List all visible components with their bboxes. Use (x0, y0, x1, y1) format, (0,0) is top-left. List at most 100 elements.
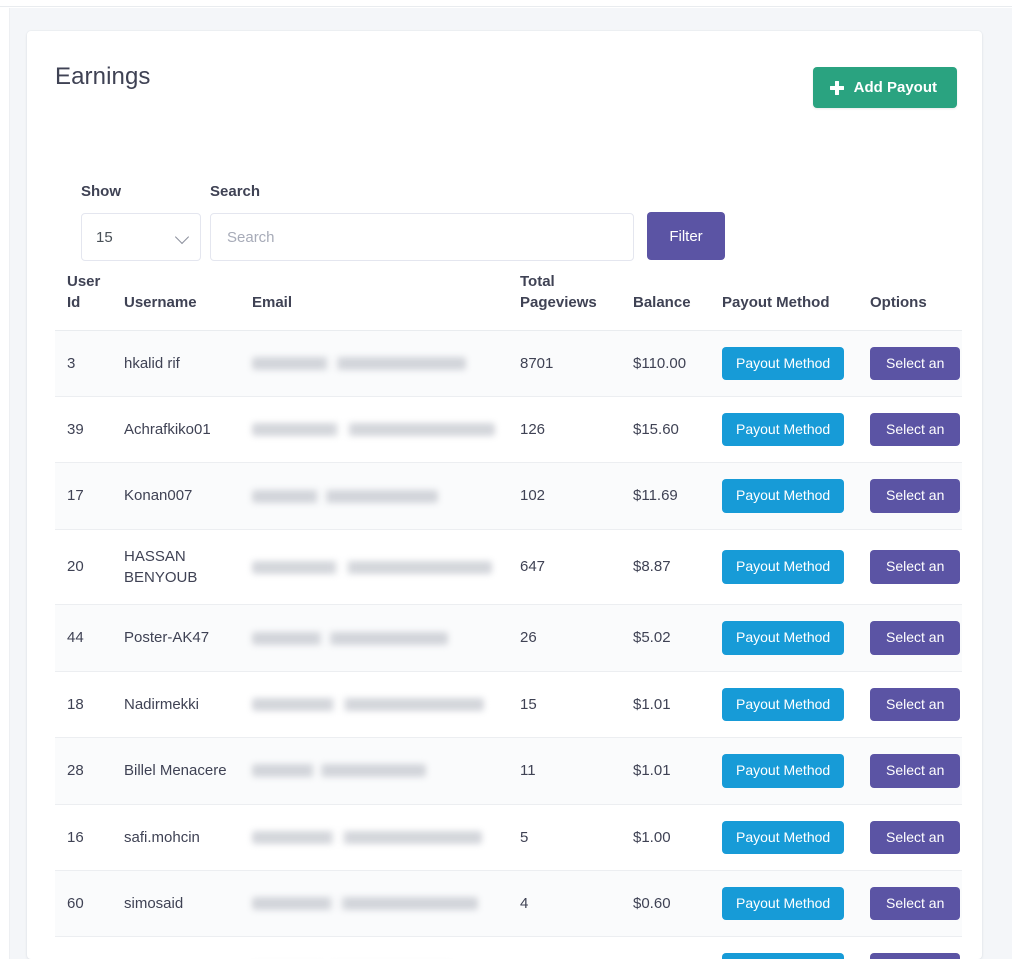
table-row: 16 safi.mohcin 5 $1.00 Payout Method Select a… (55, 803, 962, 871)
cell-pageviews: 102 (508, 462, 621, 530)
table-row: 59showman 2$0.20 Payout Method Select an (55, 936, 962, 959)
cell-pageviews: 26 (508, 604, 621, 672)
cell-payout-method: Payout Method (710, 329, 858, 397)
show-label: Show (81, 183, 121, 200)
table-header-row: User Id Username Email Total Pageviews B… (55, 253, 962, 331)
redacted-email (252, 423, 495, 437)
payout-method-button[interactable]: Payout Method (722, 346, 845, 380)
payout-method-button[interactable]: Payout Method (722, 820, 845, 854)
cell-balance: $15.60 (621, 395, 710, 463)
cell-email (240, 936, 508, 959)
search-label: Search (210, 183, 261, 200)
cell-balance: $110.00 (621, 329, 710, 397)
payout-method-button[interactable]: Payout Method (722, 687, 845, 722)
cell-username: safi.mohcin (112, 803, 240, 871)
payout-method-button[interactable]: Payout Method (722, 550, 845, 584)
redacted-email (252, 560, 492, 574)
cell-options: Select an (858, 869, 962, 937)
column-header-username[interactable]: Username (112, 253, 240, 331)
cell-options: Select an (858, 329, 962, 397)
cell-user-id: 60 (55, 869, 112, 937)
cell-pageviews: 11 (508, 737, 621, 805)
table-row: 28 Billel Menacere 11 $1.01 Payout Method Sel… (55, 737, 962, 805)
table-row: 17 Konan007 102 $11.69 Payout Method Select a… (55, 462, 962, 530)
sidebar-edge (0, 8, 10, 959)
payout-method-button[interactable]: Payout Method (722, 886, 845, 921)
add-payout-label: Add Payout (853, 79, 937, 96)
cell-pageviews: 8701 (508, 329, 621, 397)
cell-options: Select an (858, 670, 962, 738)
cell-options: Select an (858, 936, 962, 959)
cell-email (240, 670, 508, 738)
cell-pageviews: 126 (508, 395, 621, 463)
payout-method-button[interactable]: Payout Method (722, 479, 845, 513)
cell-balance: $1.01 (621, 670, 710, 738)
select-action-button[interactable]: Select an (870, 754, 961, 788)
cell-username: hkalid rif (112, 329, 240, 397)
cell-payout-method: Payout Method (710, 528, 858, 605)
cell-options: Select an (858, 528, 962, 605)
earnings-card: Earnings Add Payout Show Search 15 Filte… (27, 31, 982, 959)
select-action-button[interactable]: Select an (870, 820, 961, 854)
cell-options: Select an (858, 604, 962, 672)
cell-email (240, 395, 508, 463)
select-action-button[interactable]: Select an (870, 550, 961, 584)
cell-username: Billel Menacere (112, 737, 240, 805)
payout-method-button[interactable]: Payout Method (722, 953, 845, 959)
column-header-user-id[interactable]: User Id (55, 253, 112, 331)
select-action-button[interactable]: Select an (870, 479, 961, 513)
cell-payout-method: Payout Method (710, 803, 858, 871)
cell-email (240, 462, 508, 530)
cell-payout-method: Payout Method (710, 869, 858, 937)
cell-options: Select an (858, 462, 962, 530)
cell-username: HASSAN BENYOUB (112, 528, 240, 605)
plus-icon (829, 80, 844, 95)
cell-balance: $5.02 (621, 604, 710, 672)
payout-method-button[interactable]: Payout Method (722, 621, 845, 655)
select-action-button[interactable]: Select an (870, 621, 961, 655)
cell-user-id: 44 (55, 604, 112, 672)
select-action-button[interactable]: Select an (870, 886, 961, 921)
cell-user-id: 39 (55, 395, 112, 463)
cell-user-id: 16 (55, 803, 112, 871)
column-header-options[interactable]: Options (858, 253, 962, 331)
cell-payout-method: Payout Method (710, 670, 858, 738)
select-action-button[interactable]: Select an (870, 687, 961, 722)
column-header-pageviews[interactable]: Total Pageviews (508, 253, 621, 331)
select-action-button[interactable]: Select an (870, 953, 961, 959)
select-action-button[interactable]: Select an (870, 346, 961, 380)
table-head: User Id Username Email Total Pageviews B… (55, 253, 962, 331)
payout-method-button[interactable]: Payout Method (722, 754, 845, 788)
column-header-balance[interactable]: Balance (621, 253, 710, 331)
cell-pageviews: 4 (508, 869, 621, 937)
cell-pageviews: 2 (508, 936, 621, 959)
cell-user-id: 3 (55, 329, 112, 397)
redacted-email (252, 489, 438, 503)
cell-balance: $1.00 (621, 803, 710, 871)
redacted-email (252, 631, 448, 645)
cell-username: showman (112, 936, 240, 959)
payout-method-button[interactable]: Payout Method (722, 412, 845, 447)
cell-user-id: 28 (55, 737, 112, 805)
cell-email (240, 803, 508, 871)
cell-balance: $8.87 (621, 528, 710, 605)
cell-balance: $0.60 (621, 869, 710, 937)
select-action-button[interactable]: Select an (870, 412, 961, 447)
cell-user-id: 18 (55, 670, 112, 738)
browser-top-strip (0, 0, 1012, 7)
table-row: 3 hkalid rif 8701 $110.00 Payout Method Selec… (55, 329, 962, 397)
redacted-email (252, 764, 426, 778)
table-row: 39 Achrafkiko01 126 $15.60 Payout Method Sele… (55, 395, 962, 463)
cell-email (240, 329, 508, 397)
table-row: 60 simosaid 4 $0.60 Payout Method Select an (55, 869, 962, 937)
table-row: 44 Poster-AK47 26 $5.02 Payout Method Select … (55, 604, 962, 672)
add-payout-button[interactable]: Add Payout (812, 67, 957, 108)
table-body: 3 hkalid rif 8701 $110.00 Payout Method Selec… (55, 329, 962, 959)
cell-pageviews: 15 (508, 670, 621, 738)
column-header-email[interactable]: Email (240, 253, 508, 331)
cell-balance: $0.20 (621, 936, 710, 959)
cell-payout-method: Payout Method (710, 604, 858, 672)
table-scroll-region[interactable]: User Id Username Email Total Pageviews B… (55, 253, 962, 959)
redacted-email (252, 356, 466, 370)
column-header-payout[interactable]: Payout Method (710, 253, 858, 331)
